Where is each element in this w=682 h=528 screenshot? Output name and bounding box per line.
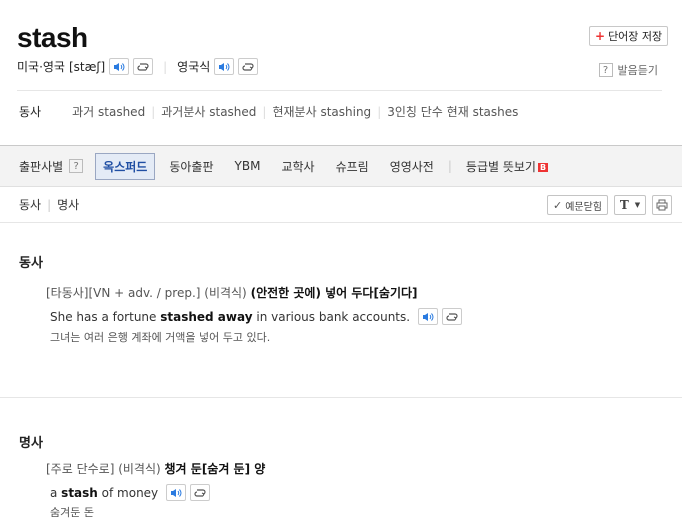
divider: | (163, 59, 168, 74)
verb-section-title: 동사 (19, 256, 43, 271)
level-badge: B (537, 162, 549, 172)
pronunciation-help[interactable]: ? 발음듣기 (598, 62, 658, 78)
verb-meaning: [타동사][VN + adv. / prep.] (비격식) (안전한 곳에) … (46, 286, 418, 300)
repeat-icon[interactable] (133, 58, 154, 75)
tab-donga[interactable]: 동아출판 (162, 154, 220, 179)
verb-forms: 동사 과거 stashed | 과거분사 stashed | 현재분사 stas… (19, 103, 524, 120)
speaker-icon[interactable] (214, 58, 235, 75)
verb-form-third-person: 3인칭 단수 현재 stashes (387, 105, 519, 119)
save-to-wordbook-button[interactable]: + 단어장 저장 (589, 26, 669, 46)
noun-example: a stash of money (50, 484, 211, 501)
pron-us-label: 미국·영국 (17, 60, 65, 74)
divider: | (47, 197, 52, 212)
repeat-icon[interactable] (442, 308, 463, 325)
font-size-button[interactable]: T ▼ (614, 195, 646, 215)
divider (0, 397, 682, 398)
verb-form-past-participle: 과거분사 stashed (161, 105, 257, 119)
print-button[interactable] (652, 195, 672, 215)
publisher-tab-bar: 출판사별 ? 옥스퍼드 동아출판 YBM 교학사 슈프림 영영사전 | 등급별 … (0, 145, 682, 187)
repeat-icon[interactable] (190, 484, 211, 501)
divider: | (447, 159, 452, 173)
verb-example-translation: 그녀는 여러 은행 계좌에 거액을 넣어 두고 있다. (50, 331, 271, 344)
help-icon[interactable]: ? (598, 63, 613, 77)
pos-nav-bar: 동사 | 명사 ✓ 예문닫힘 T ▼ (0, 187, 682, 223)
verb-form-past: 과거 stashed (72, 105, 146, 119)
help-icon[interactable]: ? (69, 159, 84, 173)
tab-kyohak[interactable]: 교학사 (274, 154, 321, 179)
tab-supreme[interactable]: 슈프림 (329, 154, 376, 179)
pronunciation-row: 미국·영국 [stæʃ] | 영국식 (17, 58, 259, 75)
pron-uk-label: 영국식 (177, 60, 211, 74)
speaker-icon[interactable] (166, 484, 187, 501)
noun-section-title: 명사 (19, 436, 43, 451)
divider (17, 90, 662, 91)
tab-oxford[interactable]: 옥스퍼드 (95, 152, 156, 180)
fold-examples-button[interactable]: ✓ 예문닫힘 (546, 195, 608, 215)
tab-level-meanings[interactable]: 등급별 뜻보기 B (459, 154, 555, 179)
chevron-down-icon: ▼ (634, 201, 641, 209)
check-icon: ✓ (552, 198, 563, 212)
noun-meaning: [주로 단수로] (비격식) 챙겨 둔[숨겨 둔] 양 (46, 462, 266, 476)
view-tools: ✓ 예문닫힘 T ▼ (546, 195, 672, 215)
listen-label[interactable]: 발음듣기 (618, 62, 658, 78)
publisher-label: 출판사별 ? (19, 158, 84, 175)
pos-link-verb[interactable]: 동사 (19, 196, 41, 213)
print-icon (656, 199, 668, 211)
tab-english-english[interactable]: 영영사전 (383, 154, 441, 179)
pron-us-ipa: [stæʃ] (68, 59, 106, 74)
speaker-icon[interactable] (109, 58, 130, 75)
pos-link-noun[interactable]: 명사 (57, 196, 79, 213)
headword: stash (17, 22, 88, 53)
noun-example-translation: 숨겨둔 돈 (50, 506, 94, 519)
verb-example: She has a fortune stashed away in variou… (50, 308, 463, 325)
verb-form-present-participle: 현재분사 stashing (272, 105, 372, 119)
forms-pos-label: 동사 (19, 105, 42, 119)
plus-icon: + (595, 29, 606, 43)
tab-ybm[interactable]: YBM (228, 155, 268, 177)
save-to-wordbook-label: 단어장 저장 (608, 30, 663, 43)
speaker-icon[interactable] (418, 308, 439, 325)
repeat-icon[interactable] (238, 58, 259, 75)
